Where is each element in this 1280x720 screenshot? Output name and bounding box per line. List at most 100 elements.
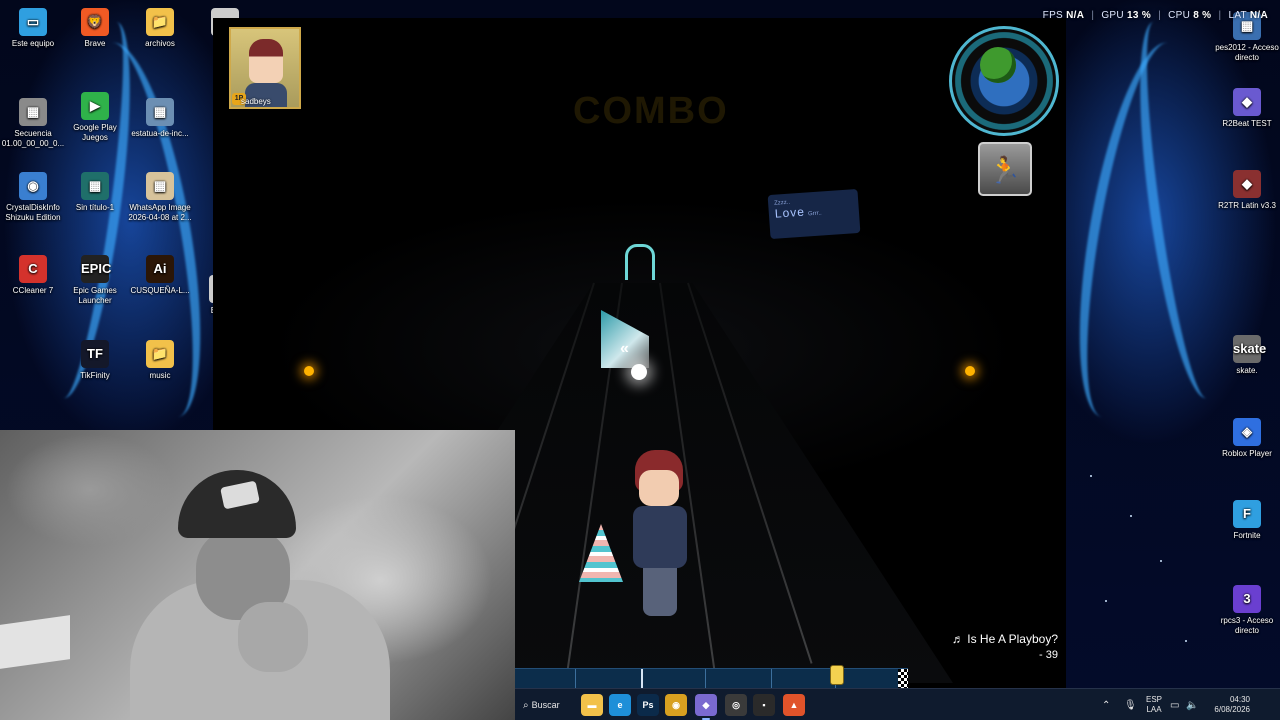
music-note-icon: ♬: [951, 632, 968, 646]
display-icon[interactable]: ▭: [1170, 700, 1179, 711]
desktop-icon[interactable]: F Fortnite: [1214, 500, 1280, 541]
taskbar-app-edge[interactable]: e: [609, 694, 631, 716]
hit-flash: [631, 364, 647, 380]
desktop-icon[interactable]: ◉ CrystalDiskInfo Shizuku Edition: [0, 172, 66, 223]
clock-date: 6/08/2026: [1214, 705, 1250, 714]
desktop-icon-label: TikFinity: [80, 371, 110, 380]
dancing-character: [625, 450, 695, 620]
app-icon: 🦁: [81, 8, 109, 36]
webcam-hand: [238, 602, 308, 672]
desktop-icon-label: Sin título-1: [75, 203, 115, 212]
cpu-label: CPU: [1168, 10, 1191, 21]
star: [1185, 640, 1187, 642]
progress-section-marker: [641, 669, 643, 689]
desktop-icon[interactable]: 🦁 Brave: [62, 8, 128, 49]
app-icon: TF: [81, 340, 109, 368]
desktop-icon-label: archivos: [145, 39, 175, 48]
app-icon: ◆: [1233, 170, 1261, 198]
desktop-icon-label: Este equipo: [11, 39, 55, 48]
desktop-icon[interactable]: 📁 music: [127, 340, 193, 381]
player-name: sadbeys: [241, 97, 271, 106]
desktop-icon[interactable]: 3 rpcs3 - Acceso directo: [1214, 585, 1280, 636]
star: [1160, 560, 1162, 562]
left-arrow-icon: «: [620, 340, 629, 357]
character-head: [639, 470, 679, 506]
webcam-background-box: [0, 615, 70, 669]
app-icon: 3: [1233, 585, 1261, 613]
microphone-icon[interactable]: 🎙: [1124, 700, 1137, 711]
desktop-icon[interactable]: ▭ Este equipo: [0, 8, 66, 49]
app-icon: ▦: [146, 172, 174, 200]
app-icon: ▦: [19, 98, 47, 126]
love-sign: Zzzz.. Love Grrr..: [767, 188, 861, 240]
desktop-icon-label: rpcs3 - Acceso directo: [1220, 616, 1274, 635]
taskbar-app-obs[interactable]: ◎: [725, 694, 747, 716]
lang-line1: ESP: [1145, 695, 1162, 704]
desktop-icon-label: Epic Games Launcher: [73, 286, 117, 305]
clock-time: 04:30: [1229, 695, 1250, 704]
desktop-icon[interactable]: ◆ R2TR Latin v3.3: [1214, 170, 1280, 211]
taskbar: ⌕ Buscar ▬ e Ps ◉ ◆ ◎ ▪ ▲ ⌃ 🎙 ESP LAA ▭ 🔈 04:30 …: [515, 688, 1280, 720]
taskbar-app-photoshop[interactable]: Ps: [637, 694, 659, 716]
desktop-icon[interactable]: 📁 archivos: [127, 8, 193, 49]
star: [1105, 600, 1107, 602]
desktop-icon-label: estatua-de-inc...: [131, 129, 189, 138]
song-info: ♬ Is He A Playboy? - 39: [952, 632, 1058, 661]
gpu-label: GPU: [1101, 10, 1124, 21]
desktop-icon[interactable]: C CCleaner 7: [0, 255, 66, 296]
desktop-icon-label: R2Beat TEST: [1222, 119, 1272, 128]
desktop-icon[interactable]: ▦ WhatsApp Image 2026-04-08 at 2...: [127, 172, 193, 223]
lat-label: LAT: [1228, 10, 1247, 21]
app-icon: EPIC: [81, 255, 111, 283]
volume-icon[interactable]: 🔈: [1186, 700, 1198, 711]
taskbar-app-file-explorer[interactable]: ▬: [581, 694, 603, 716]
taskbar-app-brave[interactable]: ▲: [783, 694, 805, 716]
taskbar-app-game[interactable]: ◆: [695, 694, 717, 720]
finish-flag-icon: [898, 669, 908, 689]
running-man-icon[interactable]: 🏃: [978, 142, 1032, 196]
app-icon: skate: [1233, 335, 1266, 363]
sign-side-text: Grrr..: [807, 210, 822, 218]
app-icon: ▭: [19, 8, 47, 36]
desktop-icon[interactable]: TF TikFinity: [62, 340, 128, 381]
song-progress-bar: [515, 665, 908, 689]
song-title: Is He A Playboy?: [967, 632, 1058, 646]
progress-tick: [575, 669, 576, 689]
desktop-icon-label: Fortnite: [1233, 531, 1261, 540]
desktop-icon[interactable]: ◆ R2Beat TEST: [1214, 88, 1280, 129]
clock[interactable]: 04:30 6/08/2026: [1210, 695, 1250, 715]
player-face: [249, 39, 283, 83]
desktop-icon[interactable]: ▦ estatua-de-inc...: [127, 98, 193, 139]
webcam-feed: [0, 430, 515, 720]
chevron-up-icon[interactable]: ⌃: [1102, 700, 1110, 711]
desktop-icon[interactable]: skate skate.: [1214, 335, 1280, 376]
taskbar-app-terminal[interactable]: ▪: [753, 694, 775, 716]
desktop-icon-label: CCleaner 7: [12, 286, 54, 295]
desktop-icon[interactable]: ▶ Google Play Juegos: [62, 92, 128, 143]
language-indicator[interactable]: ESP LAA: [1144, 695, 1164, 715]
app-icon: Ai: [146, 255, 174, 283]
sign-main-text: Love: [774, 204, 806, 221]
taskbar-search[interactable]: ⌕ Buscar: [519, 695, 577, 715]
star: [1090, 475, 1092, 477]
player-portrait: 1P sadbeys: [229, 27, 301, 109]
app-icon: F: [1233, 500, 1261, 528]
desktop-icon-label: Google Play Juegos: [73, 123, 117, 142]
app-icon: ▶: [81, 92, 109, 120]
desktop-icon[interactable]: ▦ Sin título-1: [62, 172, 128, 213]
cpu-value: 8 %: [1193, 10, 1212, 21]
desktop-icon[interactable]: Ai CUSQUEÑA-L...: [127, 255, 193, 296]
song-score: - 39: [1039, 649, 1058, 661]
desktop-icon-label: music: [149, 371, 171, 380]
desktop-icon[interactable]: ▦ Secuencia 01.00_00_00_0...: [0, 98, 66, 149]
desktop-icon[interactable]: ◈ Roblox Player: [1214, 418, 1280, 459]
desktop-icon-label: Secuencia 01.00_00_00_0...: [1, 129, 65, 148]
taskbar-app-chrome[interactable]: ◉: [665, 694, 687, 716]
progress-tick: [705, 669, 706, 689]
left-light: [304, 366, 314, 376]
desktop-icon[interactable]: EPIC Epic Games Launcher: [62, 255, 128, 306]
desktop-icon-label: R2TR Latin v3.3: [1218, 201, 1276, 210]
desktop-icon-label: pes2012 - Acceso directo: [1215, 43, 1279, 62]
desktop-icon-label: skate.: [1236, 366, 1258, 375]
character-coat: [633, 506, 687, 568]
